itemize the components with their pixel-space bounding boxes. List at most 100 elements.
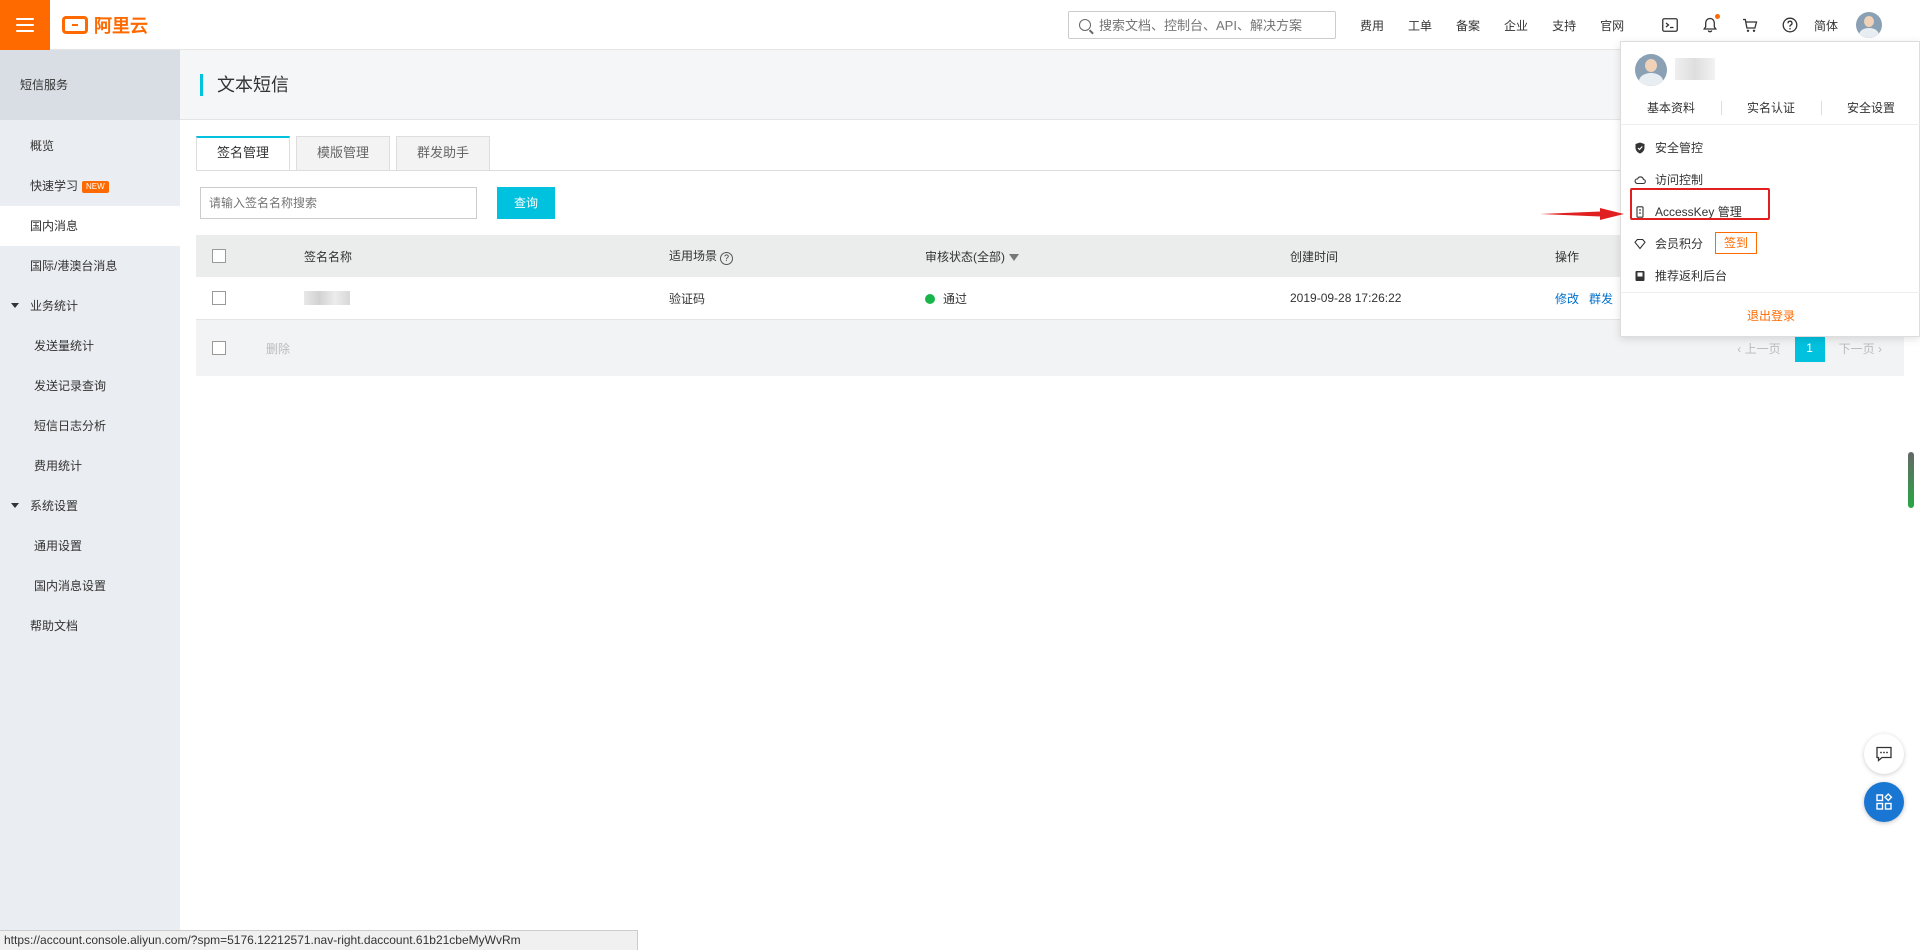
sidebar-item-general-settings[interactable]: 通用设置 bbox=[0, 526, 180, 566]
dropdown-avatar bbox=[1635, 54, 1667, 86]
nav-link-icp[interactable]: 备案 bbox=[1456, 17, 1480, 34]
logout-button[interactable]: 退出登录 bbox=[1621, 292, 1920, 338]
sidebar: 短信服务 概览 快速学习 NEW 国内消息 国际/港澳台消息 业务统计 发送量统计… bbox=[0, 50, 180, 950]
row-created: 2019-09-28 17:26:22 bbox=[1290, 291, 1402, 305]
sidebar-item-label: 发送记录查询 bbox=[34, 379, 107, 393]
sidebar-item-send-records[interactable]: 发送记录查询 bbox=[0, 366, 180, 406]
diamond-icon bbox=[1634, 238, 1646, 250]
nav-link-official[interactable]: 官网 bbox=[1600, 17, 1624, 34]
menu-item-access-control[interactable]: 访问控制 bbox=[1621, 164, 1920, 196]
select-all-checkbox[interactable] bbox=[212, 249, 226, 263]
sidebar-item-help-docs[interactable]: 帮助文档 bbox=[0, 606, 180, 646]
aliyun-logo-icon bbox=[62, 16, 88, 34]
next-page-button[interactable]: 下一页 › bbox=[1831, 340, 1890, 357]
notification-dot bbox=[1715, 14, 1720, 19]
check-in-button[interactable]: 签到 bbox=[1715, 232, 1758, 254]
sidebar-item-label: 费用统计 bbox=[34, 459, 83, 473]
tab-signatures[interactable]: 签名管理 bbox=[196, 136, 291, 170]
global-search-input[interactable] bbox=[1099, 17, 1329, 33]
basic-info-link[interactable]: 基本资料 bbox=[1621, 94, 1721, 122]
sidebar-group-settings[interactable]: 系统设置 bbox=[0, 486, 180, 526]
bulk-send-link[interactable]: 群发 bbox=[1589, 292, 1613, 306]
page-number-current[interactable]: 1 bbox=[1794, 334, 1825, 362]
sidebar-item-label: 发送量统计 bbox=[34, 339, 95, 353]
sidebar-item-label: 国际/港澳台消息 bbox=[30, 259, 118, 273]
browser-status-url: https://account.console.aliyun.com/?spm=… bbox=[0, 930, 638, 950]
red-arrow-annotation bbox=[1540, 208, 1624, 220]
nav-link-fees[interactable]: 费用 bbox=[1360, 17, 1384, 34]
sidebar-title: 短信服务 bbox=[0, 50, 180, 120]
query-button[interactable]: 查询 bbox=[497, 187, 555, 219]
global-search[interactable] bbox=[1068, 11, 1336, 39]
user-avatar[interactable] bbox=[1856, 12, 1883, 38]
edit-link[interactable]: 修改 bbox=[1555, 292, 1579, 306]
cloud-icon bbox=[1634, 176, 1646, 185]
sidebar-item-domestic-settings[interactable]: 国内消息设置 bbox=[0, 566, 180, 606]
tab-templates[interactable]: 模版管理 bbox=[296, 136, 391, 170]
user-menu-list: 安全管控 访问控制 AccessKey 管理 会员积分 签到 推荐返利后台 bbox=[1621, 132, 1920, 292]
sidebar-item-overview[interactable]: 概览 bbox=[0, 126, 180, 166]
row-actions: 修改 群发 bbox=[1555, 290, 1623, 307]
sidebar-group-stats[interactable]: 业务统计 bbox=[0, 286, 180, 326]
security-settings-link[interactable]: 安全设置 bbox=[1821, 94, 1920, 122]
prev-page-button[interactable]: ‹ 上一页 bbox=[1729, 340, 1788, 357]
row-checkbox[interactable] bbox=[212, 291, 226, 305]
sidebar-item-label: 国内消息 bbox=[30, 219, 79, 233]
caret-down-icon bbox=[11, 503, 19, 508]
top-nav-links: 费用 工单 备案 企业 支持 官网 bbox=[1348, 0, 1636, 50]
footer-select-checkbox[interactable] bbox=[212, 341, 226, 355]
user-dropdown-menu: 基本资料 实名认证 安全设置 安全管控 访问控制 AccessKey 管理 会员… bbox=[1620, 41, 1920, 337]
language-switch[interactable]: 简体 bbox=[1814, 17, 1838, 34]
column-header-name: 签名名称 bbox=[304, 249, 353, 264]
sidebar-item-label: 短信日志分析 bbox=[34, 419, 107, 433]
brand-name: 阿里云 bbox=[94, 16, 148, 36]
sidebar-item-international[interactable]: 国际/港澳台消息 bbox=[0, 246, 180, 286]
sidebar-item-label: 快速学习 bbox=[30, 179, 79, 193]
sidebar-item-label: 通用设置 bbox=[34, 539, 83, 553]
column-header-scene: 适用场景? bbox=[669, 247, 734, 265]
tab-bulk-send[interactable]: 群发助手 bbox=[396, 136, 491, 170]
signature-search-row: 查询 bbox=[200, 187, 555, 219]
new-badge: NEW bbox=[82, 181, 109, 193]
menu-item-member-points[interactable]: 会员积分 签到 bbox=[1621, 228, 1920, 260]
chat-float-button[interactable] bbox=[1864, 734, 1904, 774]
search-icon bbox=[1079, 19, 1091, 31]
sidebar-item-send-stats[interactable]: 发送量统计 bbox=[0, 326, 180, 366]
row-scene: 验证码 bbox=[669, 291, 706, 306]
nav-link-support[interactable]: 支持 bbox=[1552, 17, 1576, 34]
row-status: 通过 bbox=[925, 290, 967, 307]
apps-float-button[interactable] bbox=[1864, 782, 1904, 822]
column-header-created: 创建时间 bbox=[1290, 249, 1339, 264]
question-icon[interactable]: ? bbox=[720, 252, 734, 265]
nav-link-enterprise[interactable]: 企业 bbox=[1504, 17, 1528, 34]
sidebar-item-domestic[interactable]: 国内消息 bbox=[0, 206, 180, 246]
book-icon bbox=[1635, 271, 1645, 281]
apps-icon bbox=[1876, 793, 1893, 810]
status-dot-icon bbox=[925, 293, 935, 304]
real-name-auth-link[interactable]: 实名认证 bbox=[1721, 94, 1821, 122]
menu-item-security-control[interactable]: 安全管控 bbox=[1621, 132, 1920, 164]
sidebar-item-fee-stats[interactable]: 费用统计 bbox=[0, 446, 180, 486]
column-header-status: 审核状态(全部) bbox=[925, 248, 1019, 265]
sidebar-item-label: 概览 bbox=[30, 139, 55, 153]
menu-icon[interactable] bbox=[0, 0, 50, 50]
sidebar-item-label: 业务统计 bbox=[30, 299, 79, 313]
filter-icon[interactable] bbox=[1009, 253, 1019, 261]
aliyun-logo[interactable]: 阿里云 bbox=[62, 14, 148, 36]
chat-icon bbox=[1876, 746, 1892, 762]
username-redacted bbox=[1675, 58, 1715, 80]
delete-button[interactable]: 删除 bbox=[266, 340, 290, 357]
signature-search-input[interactable] bbox=[200, 187, 477, 219]
page-title: 文本短信 bbox=[200, 74, 289, 96]
shield-icon bbox=[1635, 142, 1645, 154]
sidebar-item-quick-learn[interactable]: 快速学习 NEW bbox=[0, 166, 180, 206]
scroll-indicator[interactable] bbox=[1908, 452, 1914, 508]
nav-link-tickets[interactable]: 工单 bbox=[1408, 17, 1432, 34]
signature-name-redacted bbox=[304, 291, 350, 306]
caret-down-icon bbox=[11, 303, 19, 308]
account-links: 基本资料 实名认证 安全设置 bbox=[1621, 94, 1920, 122]
menu-item-accesskey[interactable]: AccessKey 管理 bbox=[1621, 196, 1920, 228]
sidebar-item-log-analysis[interactable]: 短信日志分析 bbox=[0, 406, 180, 446]
sidebar-item-label: 国内消息设置 bbox=[34, 579, 107, 593]
menu-item-referral[interactable]: 推荐返利后台 bbox=[1621, 260, 1920, 292]
